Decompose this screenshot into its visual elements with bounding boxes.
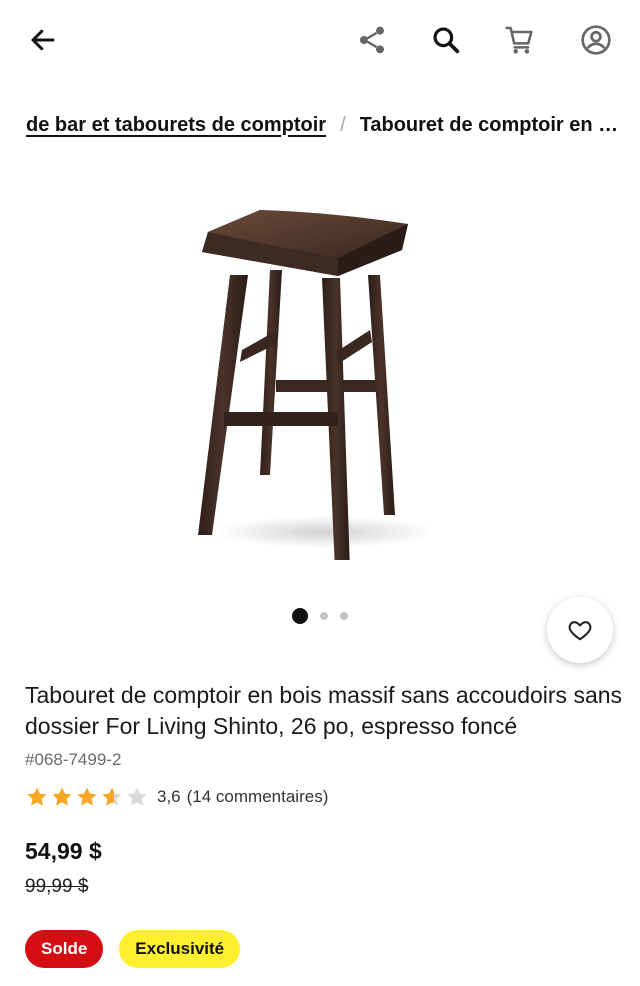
exclusive-badge: Exclusivité	[119, 930, 241, 968]
carousel-dot-2[interactable]	[320, 612, 328, 620]
star-icon	[52, 787, 72, 806]
share-icon	[360, 26, 384, 54]
product-rating[interactable]: 3,6 (14 commentaires)	[25, 785, 328, 809]
star-icon	[102, 787, 122, 806]
rating-value: 3,6	[157, 787, 181, 806]
original-price: 99,99 $	[25, 876, 89, 897]
rating-summary: 3,6 (14 commentaires)	[157, 787, 328, 807]
account-button[interactable]	[574, 18, 618, 62]
account-icon	[581, 25, 611, 55]
carousel-dot-3[interactable]	[340, 612, 348, 620]
share-button[interactable]	[350, 18, 394, 62]
star-icon	[77, 787, 97, 806]
add-to-wishlist-button[interactable]	[547, 597, 613, 663]
bar-stool-product-image	[198, 210, 435, 560]
star-icon	[27, 787, 47, 806]
cart-button[interactable]	[498, 18, 542, 62]
search-icon	[433, 27, 460, 54]
product-sku: #068-7499-2	[25, 750, 122, 769]
carousel-indicator	[0, 607, 640, 625]
back-button[interactable]	[21, 18, 65, 62]
rating-stars	[25, 785, 149, 809]
product-title: Tabouret de comptoir en bois massif sans…	[25, 682, 623, 739]
star-icon	[127, 787, 147, 806]
reviews-count-link[interactable]: (14 commentaires)	[187, 787, 329, 806]
back-arrow-icon	[31, 29, 55, 51]
breadcrumb-current: Tabouret de comptoir en bois massif sans…	[359, 113, 626, 136]
breadcrumb: de bar et tabourets de comptoir / Tabour…	[26, 110, 626, 140]
heart-icon	[568, 621, 592, 641]
breadcrumb-separator: /	[340, 113, 346, 136]
breadcrumb-parent-link[interactable]: de bar et tabourets de comptoir	[26, 114, 326, 137]
product-image-gallery[interactable]	[0, 150, 640, 590]
current-price: 54,99 $	[25, 838, 102, 864]
search-button[interactable]	[424, 18, 468, 62]
product-badges: Solde Exclusivité	[25, 930, 241, 968]
sale-badge: Solde	[25, 930, 104, 968]
top-bar	[0, 0, 640, 80]
cart-icon	[505, 26, 533, 54]
carousel-dot-1[interactable]	[292, 608, 308, 624]
